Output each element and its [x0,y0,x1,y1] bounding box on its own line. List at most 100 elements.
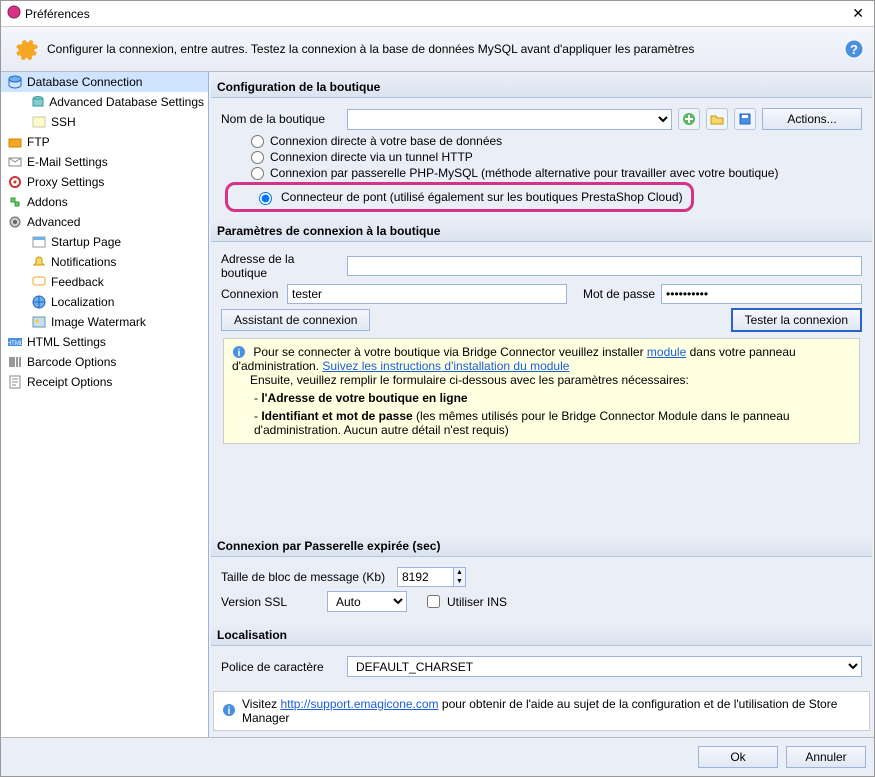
instructions-link[interactable]: Suivez les instructions d'installation d… [322,359,569,373]
block-size-spinner[interactable]: ▲▼ [397,567,466,587]
sidebar-label: HTML Settings [27,335,106,349]
sidebar-label: Proxy Settings [27,175,104,189]
receipt-icon [7,374,23,390]
sidebar-item-barcode[interactable]: Barcode Options [1,352,208,372]
sidebar-item-ftp[interactable]: FTP [1,132,208,152]
ftp-icon [7,134,23,150]
sidebar-label: Addons [27,195,68,209]
sidebar-item-feedback[interactable]: Feedback [1,272,208,292]
sidebar-item-ssh[interactable]: SSH [1,112,208,132]
sidebar-label: Advanced [27,215,80,229]
connection-wizard-button[interactable]: Assistant de connexion [221,309,370,331]
test-connection-button[interactable]: Tester la connexion [731,308,862,332]
module-link[interactable]: module [647,345,686,359]
ok-button[interactable]: Ok [698,746,778,768]
sidebar-label: Startup Page [51,235,121,249]
radio-bridge-connector[interactable] [259,192,272,205]
sidebar-item-watermark[interactable]: Image Watermark [1,312,208,332]
sidebar-label: Image Watermark [51,315,146,329]
loc-icon [31,294,47,310]
svg-text:?: ? [850,42,858,57]
info-box: i Pour se connecter à votre boutique via… [223,338,860,444]
header-bar: Configurer la connexion, entre autres. T… [1,27,874,72]
app-icon [7,5,21,22]
svg-text:i: i [238,348,241,359]
sidebar-item-html[interactable]: HTML HTML Settings [1,332,208,352]
mail-icon [7,154,23,170]
startup-icon [31,234,47,250]
sidebar-item-proxy[interactable]: Proxy Settings [1,172,208,192]
section-locale-title: Localisation [211,624,872,646]
password-input[interactable] [661,284,862,304]
sidebar-label: Notifications [51,255,116,269]
add-store-button[interactable] [678,108,700,130]
visit-support-box: i Visitez http://support.emagicone.com p… [213,691,870,731]
sidebar-item-notifications[interactable]: Notifications [1,252,208,272]
svg-text:HTML: HTML [8,341,22,347]
sidebar-item-email[interactable]: E-Mail Settings [1,152,208,172]
spin-up-icon[interactable]: ▲ [454,568,465,577]
sidebar-item-advanced[interactable]: Advanced [1,212,208,232]
save-store-button[interactable] [734,108,756,130]
db-icon [7,74,23,90]
watermark-icon [31,314,47,330]
feedback-icon [31,274,47,290]
barcode-icon [7,354,23,370]
sidebar-label: Receipt Options [27,375,112,389]
login-label: Connexion [221,287,281,301]
sidebar-tree: Database Connection Advanced Database Se… [1,72,209,737]
section-params-title: Paramètres de connexion à la boutique [211,220,872,242]
block-size-label: Taille de bloc de message (Kb) [221,570,391,584]
window-title: Préférences [21,7,848,21]
actions-button[interactable]: Actions... [762,108,862,130]
sidebar-label: FTP [27,135,50,149]
use-ins-checkbox[interactable] [427,595,440,608]
sidebar-label: E-Mail Settings [27,155,108,169]
db-adv-icon [31,94,45,110]
address-label: Adresse de la boutique [221,252,341,280]
radio-bridge-connector-highlight: Connecteur de pont (utilisé également su… [225,182,694,212]
cancel-button[interactable]: Annuler [786,746,866,768]
sidebar-item-startup[interactable]: Startup Page [1,232,208,252]
ssl-version-label: Version SSL [221,595,321,609]
charset-select[interactable]: DEFAULT_CHARSET [347,656,862,677]
sidebar-item-addons[interactable]: Addons [1,192,208,212]
ssh-icon [31,114,47,130]
main-panel: Configuration de la boutique Nom de la b… [209,72,874,737]
titlebar: Préférences ✕ [1,1,874,27]
notif-icon [31,254,47,270]
html-icon: HTML [7,334,23,350]
footer-bar: Ok Annuler [1,737,874,776]
sidebar-item-receipt[interactable]: Receipt Options [1,372,208,392]
sidebar-item-database-connection[interactable]: Database Connection [1,72,208,92]
spin-down-icon[interactable]: ▼ [454,577,465,586]
sidebar-item-localization[interactable]: Localization [1,292,208,312]
close-icon[interactable]: ✕ [848,5,868,22]
advanced-icon [7,214,23,230]
sidebar-item-advanced-db[interactable]: Advanced Database Settings [1,92,208,112]
support-link[interactable]: http://support.emagicone.com [280,697,438,711]
ssl-version-select[interactable]: Auto [327,591,407,612]
gear-icon [11,35,39,63]
use-ins-label: Utiliser INS [447,595,507,609]
address-input[interactable] [347,256,862,276]
radio-direct-db[interactable]: Connexion directe à votre base de donnée… [251,134,862,148]
sidebar-label: Feedback [51,275,104,289]
store-name-select[interactable] [347,109,672,130]
sidebar-label: Barcode Options [27,355,116,369]
section-config-title: Configuration de la boutique [211,76,872,98]
font-label: Police de caractère [221,660,341,674]
login-input[interactable] [287,284,567,304]
help-icon[interactable]: ? [844,39,864,59]
svg-text:i: i [228,706,231,717]
sidebar-label: Database Connection [27,75,142,89]
section-gateway-title: Connexion par Passerelle expirée (sec) [211,535,872,557]
open-folder-button[interactable] [706,108,728,130]
info-icon: i [222,703,236,720]
store-name-label: Nom de la boutique [221,112,341,126]
sidebar-label: SSH [51,115,76,129]
header-description: Configurer la connexion, entre autres. T… [47,42,844,56]
password-label: Mot de passe [583,287,655,301]
radio-php-gateway[interactable]: Connexion par passerelle PHP-MySQL (méth… [251,166,862,180]
radio-http-tunnel[interactable]: Connexion directe via un tunnel HTTP [251,150,862,164]
